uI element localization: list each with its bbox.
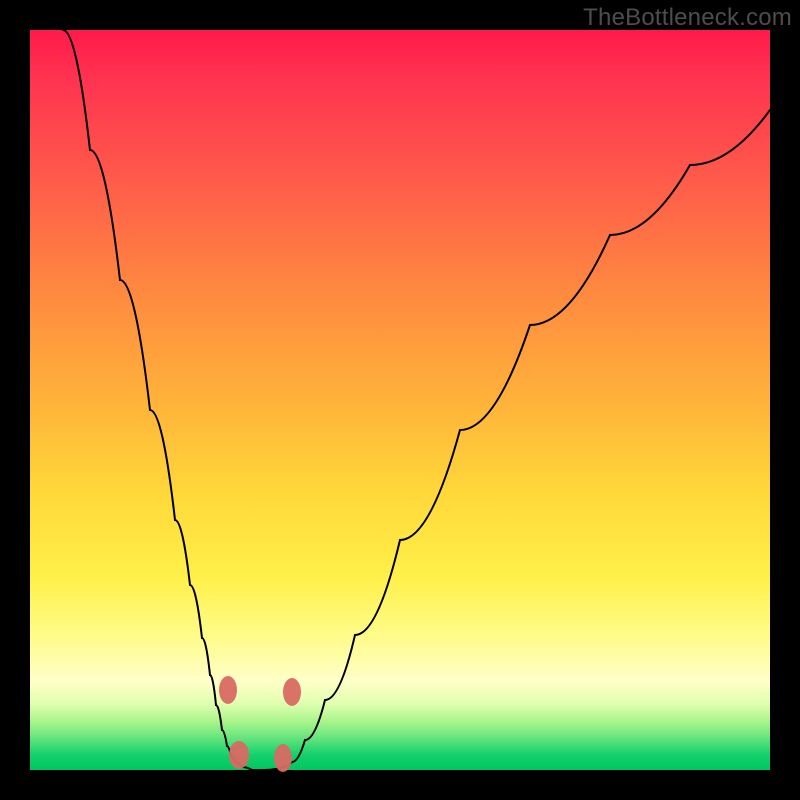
bead-right-lower [274, 744, 292, 772]
bead-right-upper [283, 678, 301, 706]
bead-left-upper [219, 676, 237, 704]
watermark-text: TheBottleneck.com [583, 4, 792, 32]
curve-left-branch [63, 30, 235, 762]
curve-right-branch [292, 110, 770, 762]
marker-group [219, 676, 301, 772]
plot-area [30, 30, 770, 770]
chart-frame: TheBottleneck.com [0, 0, 800, 800]
bead-left-lower [229, 741, 249, 769]
curve-layer [30, 30, 770, 770]
